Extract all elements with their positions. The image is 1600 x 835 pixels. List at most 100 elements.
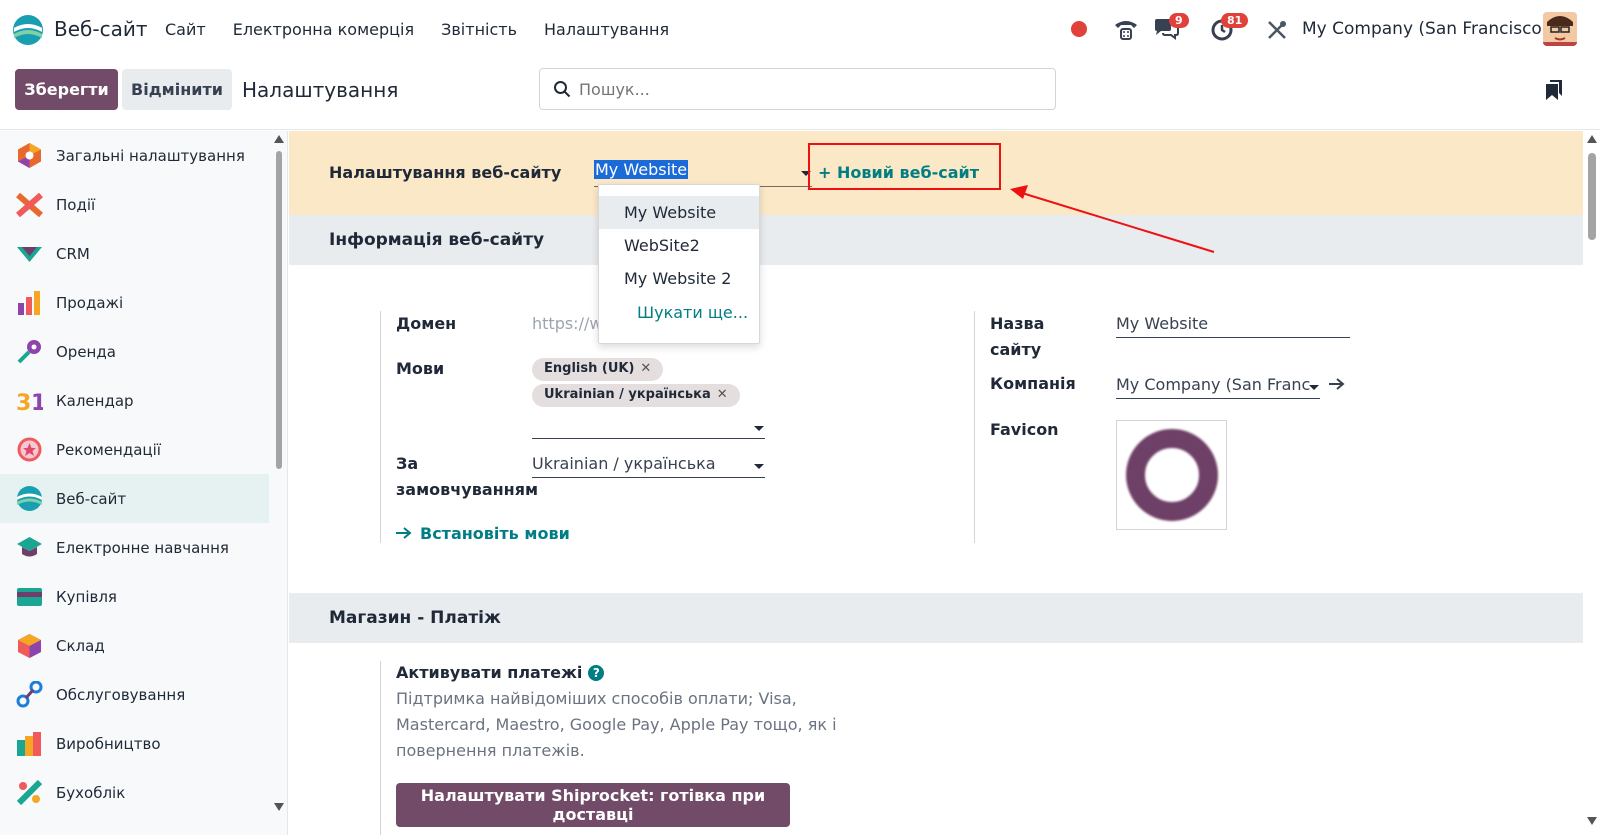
website-settings-banner: Налаштування веб-сайту My Website + Нови…	[289, 131, 1583, 215]
left-column-divider	[380, 311, 381, 543]
website-icon	[17, 486, 42, 511]
content-scroll-thumb[interactable]	[1588, 153, 1596, 240]
sidebar-item-crm[interactable]: CRM	[0, 229, 269, 278]
sidebar-item-elearning[interactable]: Електронне навчання	[0, 523, 269, 572]
favicon-label: Favicon	[990, 420, 1059, 439]
favicon-image[interactable]	[1116, 420, 1227, 530]
sidebar-item-referrals[interactable]: Рекомендації	[0, 425, 269, 474]
right-column-divider	[974, 311, 975, 543]
arrow-right-icon	[396, 527, 412, 539]
company-select[interactable]: My Company (San Franc	[1116, 373, 1320, 399]
search-input[interactable]	[579, 79, 1019, 99]
scroll-up-icon[interactable]	[1587, 135, 1597, 143]
chevron-down-icon[interactable]	[754, 426, 764, 431]
control-panel: Зберегти Відмінити Налаштування	[0, 60, 1600, 130]
language-tag-english: English (UK) ✕	[532, 358, 664, 381]
website-selector-value[interactable]: My Website	[594, 160, 689, 179]
domain-label: Домен	[396, 314, 457, 333]
general-settings-icon	[18, 143, 41, 168]
sidebar-item-calendar[interactable]: 3 1 Календар	[0, 376, 269, 425]
website-dropdown: My Website WebSite2 My Website 2 Шукати …	[598, 184, 760, 344]
menu-site[interactable]: Сайт	[165, 20, 206, 39]
sidebar-item-maintenance[interactable]: Обслуговування	[0, 670, 269, 719]
cancel-button[interactable]: Відмінити	[122, 69, 232, 110]
activate-payments-label: Активувати платежі?	[396, 663, 605, 682]
user-avatar-icon	[1543, 12, 1577, 46]
sidebar-item-accounting[interactable]: Бухоблік	[0, 768, 269, 817]
default-language-label: За замовчуванням	[396, 454, 539, 499]
sidebar-item-sales[interactable]: Продажі	[0, 278, 269, 327]
dropdown-option-my-website-2[interactable]: My Website 2	[599, 262, 759, 295]
settings-content: Налаштування веб-сайту My Website + Нови…	[289, 131, 1583, 835]
search-box[interactable]	[539, 68, 1056, 110]
chevron-down-icon[interactable]	[754, 464, 764, 469]
messages-badge: 9	[1169, 13, 1189, 28]
help-icon[interactable]: ?	[588, 665, 605, 681]
menu-configuration[interactable]: Налаштування	[544, 20, 669, 39]
app-name[interactable]: Веб-сайт	[54, 17, 147, 41]
favicon-ring-icon	[1125, 429, 1218, 521]
scroll-down-icon[interactable]	[1587, 817, 1597, 825]
website-selector[interactable]: My Website	[594, 158, 812, 187]
website-settings-label: Налаштування веб-сайту	[329, 163, 562, 182]
sidebar-scroll-thumb[interactable]	[276, 151, 282, 469]
sidebar-item-purchase[interactable]: Купівля	[0, 572, 269, 621]
sidebar-item-events[interactable]: Події	[0, 180, 269, 229]
crm-icon	[17, 247, 42, 262]
scroll-up-icon[interactable]	[274, 135, 284, 143]
sidebar-item-inventory[interactable]: Склад	[0, 621, 269, 670]
payments-description: Підтримка найвідоміших способів оплати; …	[396, 689, 837, 760]
dropdown-search-more[interactable]: Шукати ще...	[637, 303, 748, 322]
recording-dot-icon[interactable]	[1071, 21, 1087, 37]
manufacturing-icon	[17, 732, 41, 756]
site-name-label: Назва сайту	[990, 314, 1045, 359]
arrow-right-icon[interactable]	[1329, 377, 1345, 391]
purchase-icon	[17, 588, 42, 606]
dropdown-option-my-website[interactable]: My Website	[599, 196, 759, 229]
top-navbar: Веб-сайт Сайт Електронна комерція Звітні…	[0, 0, 1600, 60]
phone-icon[interactable]	[1113, 17, 1139, 41]
shop-payment-title: Магазин - Платіж	[329, 608, 501, 628]
referrals-icon	[17, 437, 42, 462]
configure-shiprocket-button[interactable]: Налаштувати Shiprocket: готівка при дост…	[396, 783, 790, 827]
activity-badge: 81	[1221, 13, 1249, 28]
sidebar-item-general[interactable]: Загальні налаштування	[0, 131, 269, 180]
domain-input[interactable]: https://w	[532, 314, 602, 333]
sidebar-item-manufacturing[interactable]: Виробництво	[0, 719, 269, 768]
svg-text:3: 3	[16, 391, 31, 414]
tools-icon[interactable]	[1266, 19, 1288, 41]
main-menu: Сайт Електронна комерція Звітність Налаш…	[165, 20, 696, 39]
dropdown-option-website2[interactable]: WebSite2	[599, 229, 759, 262]
website-info-header: Інформація веб-сайту	[289, 215, 1583, 265]
site-name-input[interactable]: My Website	[1116, 311, 1350, 338]
save-button[interactable]: Зберегти	[15, 69, 118, 110]
accounting-icon	[16, 779, 43, 806]
rental-icon	[17, 340, 41, 364]
inventory-icon	[18, 634, 41, 658]
elearning-icon	[17, 537, 42, 557]
user-avatar[interactable]	[1543, 12, 1577, 46]
maintenance-icon	[16, 681, 43, 708]
menu-reporting[interactable]: Звітність	[441, 20, 517, 39]
page-title: Налаштування	[242, 78, 399, 102]
shop-payment-header: Магазин - Платіж	[289, 593, 1583, 643]
bookmark-icon[interactable]	[1546, 80, 1562, 100]
languages-input[interactable]	[532, 414, 765, 439]
language-tag-ukrainian: Ukrainian / українська ✕	[532, 384, 740, 407]
chevron-down-icon[interactable]	[1309, 385, 1319, 390]
scroll-down-icon[interactable]	[274, 803, 284, 811]
menu-ecommerce[interactable]: Електронна комерція	[233, 20, 414, 39]
payment-divider	[380, 661, 381, 835]
search-icon	[554, 81, 571, 98]
remove-tag-icon[interactable]: ✕	[640, 361, 651, 376]
sidebar-item-website[interactable]: Веб-сайт	[0, 474, 269, 523]
default-language-select[interactable]: Ukrainian / українська	[532, 452, 765, 478]
calendar-icon: 3 1	[16, 391, 43, 414]
install-languages-link[interactable]: Встановіть мови	[396, 524, 570, 543]
settings-sidebar: Загальні налаштування Події CRM Продажі …	[0, 131, 288, 835]
website-app-icon[interactable]	[12, 14, 44, 46]
company-switcher[interactable]: My Company (San Francisco)	[1302, 19, 1548, 39]
remove-tag-icon[interactable]: ✕	[717, 387, 728, 402]
sidebar-item-rental[interactable]: Оренда	[0, 327, 269, 376]
languages-label: Мови	[396, 359, 445, 378]
